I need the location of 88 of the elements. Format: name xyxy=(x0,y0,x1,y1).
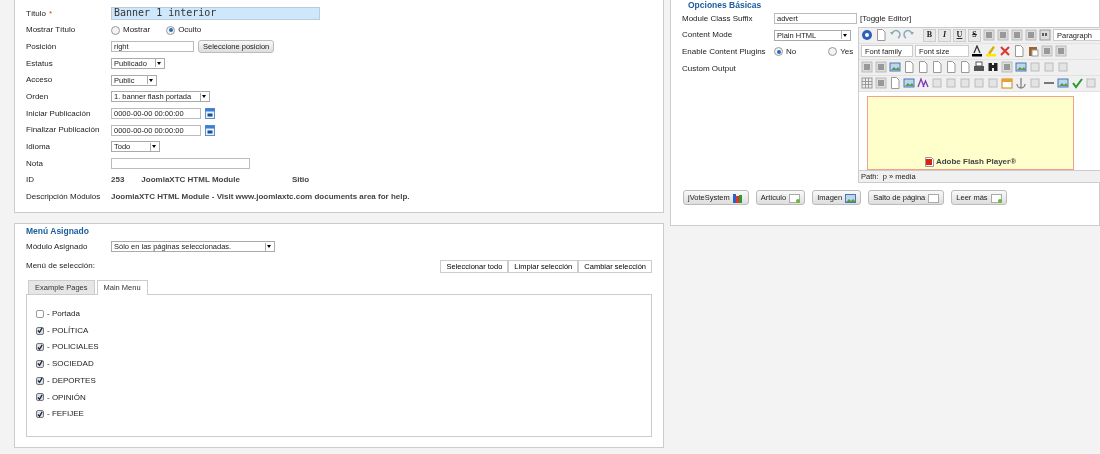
radio-label: Yes xyxy=(840,46,854,57)
document-icon[interactable] xyxy=(889,77,901,90)
info-text: JoomlaXTC HTML Module xyxy=(141,175,240,185)
info-text: 253 xyxy=(111,175,125,185)
field-label: Enable Content Plugins xyxy=(682,46,766,56)
info-text: JoomlaXTC HTML Module - Visit www.joomlaxtc.com documents area for help. xyxy=(111,192,410,202)
panel-title: Opciones Básicas xyxy=(687,0,763,10)
radio-label: Oculto xyxy=(178,25,202,35)
info-text: Sitio xyxy=(291,175,310,185)
menu-item-label: - SOCIEDAD xyxy=(47,359,94,369)
radio-button[interactable] xyxy=(166,25,176,35)
menu-item-label: - Portada xyxy=(47,309,80,319)
calendar-icon[interactable] xyxy=(205,107,215,119)
checkbox[interactable] xyxy=(36,343,44,352)
image-icon[interactable] xyxy=(1057,77,1069,90)
checkbox[interactable] xyxy=(36,326,44,335)
field-label: Module Class Suffix xyxy=(682,13,753,23)
menu-item-label: - POLICIALES xyxy=(47,342,99,353)
strikethrough-button[interactable]: S xyxy=(968,28,981,42)
anchor-icon[interactable] xyxy=(1015,77,1027,90)
document-icon[interactable] xyxy=(945,61,957,74)
field-label: Descripción Módulos xyxy=(26,192,101,202)
flash-icon xyxy=(924,156,934,167)
radio-button[interactable] xyxy=(774,47,783,57)
document-icon[interactable] xyxy=(931,61,943,74)
field-label: Content Mode xyxy=(682,30,733,40)
spellcheck-icon[interactable] xyxy=(1071,77,1083,90)
field-label: Idioma xyxy=(26,142,50,152)
bar-chart-icon xyxy=(732,191,744,203)
undo-icon[interactable] xyxy=(889,29,901,42)
paste-icon[interactable] xyxy=(1027,45,1039,58)
field-label: Estatus xyxy=(26,58,53,68)
page-icon xyxy=(928,191,940,203)
square-icon[interactable] xyxy=(945,77,957,90)
menu-item-label: - OPINIÓN xyxy=(47,392,86,403)
document-icon[interactable] xyxy=(917,61,929,74)
checkbox[interactable] xyxy=(36,410,44,419)
table-icon[interactable] xyxy=(861,77,873,90)
field-label: Nota xyxy=(26,158,43,168)
image-icon xyxy=(845,191,857,203)
monitor-icon[interactable] xyxy=(889,61,901,74)
checkbox[interactable] xyxy=(36,376,44,385)
radio-button[interactable] xyxy=(111,25,120,35)
radio-label: No xyxy=(786,46,797,57)
field-label: Mostrar Título xyxy=(26,25,76,35)
checkbox[interactable] xyxy=(36,359,44,368)
calendar-icon[interactable] xyxy=(205,124,215,136)
toggle-editor-link[interactable]: [Toggle Editor] xyxy=(860,13,912,24)
title-field[interactable]: Banner 1 interior xyxy=(111,6,320,20)
document-icon xyxy=(789,191,801,203)
field-label: Iniciar Publicación xyxy=(26,108,91,118)
bold-button[interactable]: B xyxy=(923,28,936,42)
field-label: Orden xyxy=(26,92,49,101)
field-label: ID xyxy=(26,175,34,185)
radio-label: Mostrar xyxy=(123,25,151,35)
binoculars-icon[interactable] xyxy=(987,61,999,74)
square-icon[interactable] xyxy=(1085,77,1097,90)
document-icon[interactable] xyxy=(903,61,915,74)
flash-label: Adobe Flash Player® xyxy=(935,156,1017,167)
quote-icon[interactable] xyxy=(1039,29,1051,42)
panel-title: Menú Asignado xyxy=(26,226,90,237)
underline-button[interactable]: U xyxy=(953,28,966,42)
help-icon[interactable] xyxy=(861,29,873,42)
required-mark: * xyxy=(49,8,53,18)
field-label: Módulo Asignado xyxy=(26,241,88,251)
field-label: Posición xyxy=(26,41,57,51)
printer-icon[interactable] xyxy=(973,61,985,74)
radio-button[interactable] xyxy=(828,47,838,57)
redo-icon[interactable] xyxy=(903,29,915,42)
text-field[interactable] xyxy=(111,158,250,170)
field-label: Custom Output xyxy=(682,63,736,73)
italic-button[interactable]: I xyxy=(938,28,951,42)
copy-icon[interactable] xyxy=(1013,45,1025,58)
document-icon[interactable] xyxy=(875,29,887,42)
field-label: Acceso xyxy=(26,75,53,85)
field-label: Finalizar Publicación xyxy=(26,125,100,135)
menu-item-label: - POLÍTICA xyxy=(47,325,89,336)
cut-icon[interactable] xyxy=(999,45,1011,58)
text-color-icon[interactable] xyxy=(971,45,983,58)
document-icon xyxy=(990,191,1002,203)
field-label: Título xyxy=(26,8,46,18)
text-style-icon[interactable] xyxy=(917,77,929,90)
checkbox[interactable] xyxy=(36,393,44,402)
checkbox[interactable] xyxy=(36,309,44,318)
menu-item-label: - DEPORTES xyxy=(47,375,96,386)
menu-item-label: - FEFIJEE xyxy=(47,409,84,419)
field-label: Menú de selección: xyxy=(26,261,95,271)
image-icon[interactable] xyxy=(903,77,915,90)
